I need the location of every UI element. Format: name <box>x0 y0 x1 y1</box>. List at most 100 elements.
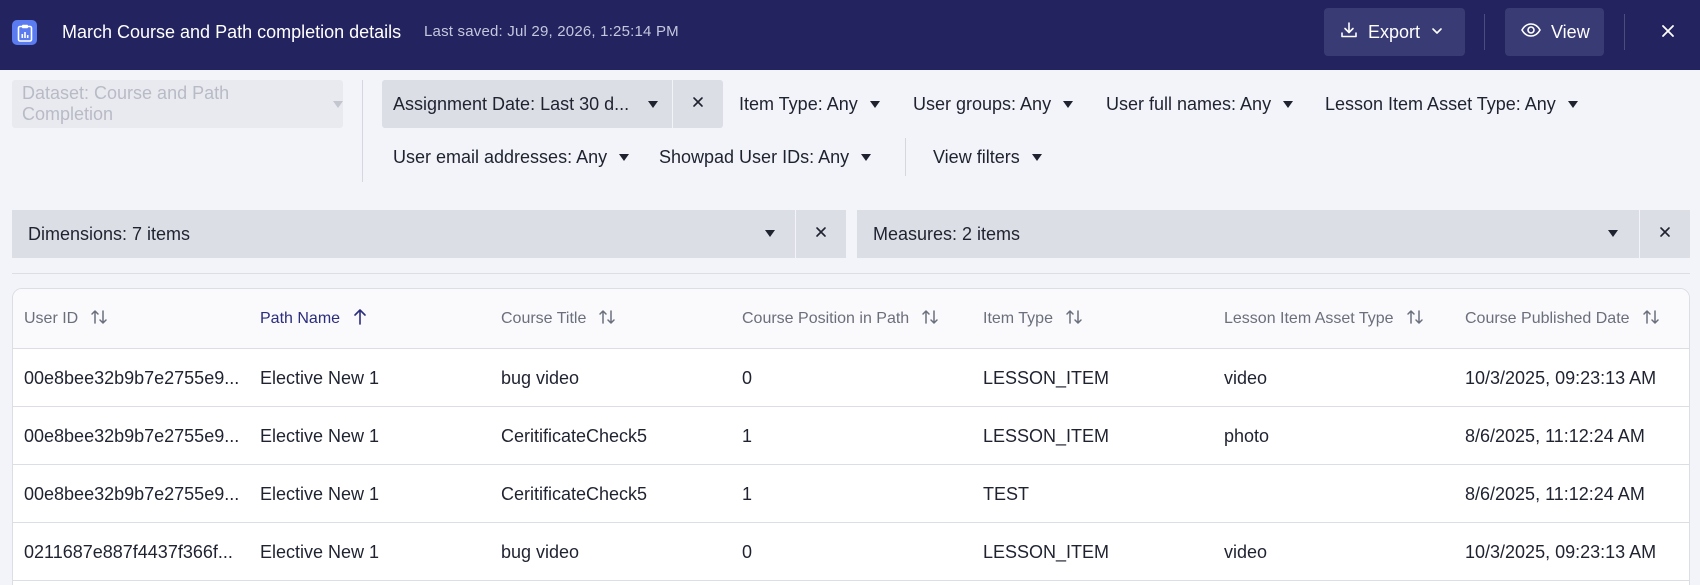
filter-divider <box>362 80 363 182</box>
cell-course-title: CeritificateCheck5 <box>501 425 648 446</box>
header-divider <box>1624 14 1625 50</box>
table-row: 0211687e887f4437f366f... Elective New 1 … <box>13 523 1689 581</box>
cell-path-name: Elective New 1 <box>260 483 380 504</box>
column-header-user-id[interactable]: User ID <box>24 289 108 349</box>
column-header-item-type[interactable]: Item Type <box>983 289 1083 349</box>
dataset-label: Dataset: Course and Path Completion <box>22 83 230 124</box>
view-button[interactable]: View <box>1505 8 1604 56</box>
table-header: User ID Path Name Course Title Course Po… <box>13 289 1689 349</box>
cell-course-published-date: 10/3/2025, 09:23:13 AM <box>1465 367 1657 388</box>
sort-icon[interactable] <box>1065 308 1083 331</box>
cell-course-position: 1 <box>742 483 753 504</box>
cell-lesson-item-asset-type: video <box>1224 367 1268 388</box>
sort-icon[interactable] <box>1642 308 1660 331</box>
lesson-item-asset-type-label: Lesson Item Asset Type: Any <box>1325 93 1556 114</box>
view-label: View <box>1551 21 1590 42</box>
close-icon <box>692 95 704 113</box>
table-row: 00e8bee32b9b7e2755e9... Elective New 1 b… <box>13 349 1689 407</box>
column-header-course-published-date[interactable]: Course Published Date <box>1465 289 1660 349</box>
showpad-user-ids-label: Showpad User IDs: Any <box>659 146 850 167</box>
close-icon <box>1659 225 1671 243</box>
dimensions-select[interactable]: Dimensions: 7 items <box>12 210 795 258</box>
cell-lesson-item-asset-type: photo <box>1224 425 1270 446</box>
chevron-down-icon <box>1430 22 1444 43</box>
cell-course-title: bug video <box>501 367 580 388</box>
cell-lesson-item-asset-type: video <box>1224 541 1268 562</box>
cell-user-id: 0211687e887f4437f366f... <box>24 541 233 562</box>
dataset-select: Dataset: Course and Path Completion <box>12 80 343 128</box>
header-divider <box>1484 14 1485 50</box>
cell-course-position: 1 <box>742 425 753 446</box>
assignment-date-filter[interactable]: Assignment Date: Last 30 d... <box>382 80 672 128</box>
column-header-course-title[interactable]: Course Title <box>501 289 616 349</box>
caret-down-icon <box>1608 230 1618 237</box>
showpad-user-ids-filter[interactable]: Showpad User IDs: Any <box>659 133 872 181</box>
measures-select[interactable]: Measures: 2 items <box>857 210 1639 258</box>
clear-dimensions-button[interactable] <box>796 210 846 258</box>
cell-item-type: LESSON_ITEM <box>983 425 1110 446</box>
page-title: March Course and Path completion details <box>62 22 402 42</box>
close-icon <box>815 225 827 243</box>
cell-course-position: 0 <box>742 541 753 562</box>
caret-down-icon <box>1567 100 1578 108</box>
user-email-addresses-label: User email addresses: Any <box>393 146 608 167</box>
view-filters-button[interactable]: View filters <box>933 133 1042 181</box>
column-header-label: Lesson Item Asset Type <box>1224 310 1394 327</box>
eye-icon <box>1521 22 1541 43</box>
cell-item-type: TEST <box>983 483 1030 504</box>
measures-label: Measures: 2 items <box>873 223 1021 244</box>
cell-user-id: 00e8bee32b9b7e2755e9... <box>24 483 240 504</box>
cell-path-name: Elective New 1 <box>260 367 380 388</box>
close-icon[interactable] <box>1657 20 1679 42</box>
cell-item-type: LESSON_ITEM <box>983 541 1110 562</box>
cell-course-title: CeritificateCheck5 <box>501 483 648 504</box>
column-header-label: Path Name <box>260 310 341 327</box>
cell-course-title: bug video <box>501 541 580 562</box>
cell-path-name: Elective New 1 <box>260 541 380 562</box>
caret-down-icon <box>1031 153 1042 161</box>
clipboard-report-icon <box>12 20 37 45</box>
user-full-names-filter[interactable]: User full names: Any <box>1106 80 1294 128</box>
user-groups-label: User groups: Any <box>913 93 1052 114</box>
sort-icon[interactable] <box>90 308 108 331</box>
caret-down-icon <box>619 153 630 161</box>
export-button[interactable]: Export <box>1324 8 1465 56</box>
caret-down-icon <box>765 230 775 237</box>
sort-icon[interactable] <box>1406 308 1424 331</box>
lesson-item-asset-type-filter[interactable]: Lesson Item Asset Type: Any <box>1325 80 1578 128</box>
cell-course-published-date: 8/6/2025, 11:12:24 AM <box>1465 425 1645 446</box>
caret-down-icon <box>1283 100 1294 108</box>
column-header-label: Course Published Date <box>1465 310 1630 327</box>
item-type-label: Item Type: Any <box>739 93 858 114</box>
column-header-label: Item Type <box>983 310 1053 327</box>
column-header-label: Course Title <box>501 310 587 327</box>
item-type-filter[interactable]: Item Type: Any <box>739 80 880 128</box>
cell-user-id: 00e8bee32b9b7e2755e9... <box>24 367 240 388</box>
cell-course-position: 0 <box>742 367 753 388</box>
caret-down-icon <box>869 100 880 108</box>
clear-measures-button[interactable] <box>1640 210 1690 258</box>
table-row: 00e8bee32b9b7e2755e9... Elective New 1 C… <box>13 465 1689 523</box>
sort-icon[interactable] <box>598 308 616 331</box>
sort-icon[interactable] <box>921 308 939 331</box>
last-saved-text: Last saved: Jul 29, 2026, 1:25:14 PM <box>424 23 679 40</box>
caret-down-icon <box>861 153 872 161</box>
sort-ascending-icon[interactable] <box>352 308 368 331</box>
column-header-label: User ID <box>24 310 79 327</box>
user-email-addresses-filter[interactable]: User email addresses: Any <box>393 133 630 181</box>
view-filters-label: View filters <box>933 146 1020 167</box>
caret-down-icon <box>648 100 658 108</box>
export-label: Export <box>1368 21 1421 42</box>
caret-down-icon <box>1063 100 1074 108</box>
user-full-names-label: User full names: Any <box>1106 93 1272 114</box>
column-header-path-name[interactable]: Path Name <box>260 289 368 349</box>
column-header-course-position[interactable]: Course Position in Path <box>742 289 939 349</box>
clear-assignment-date-button[interactable] <box>673 80 723 128</box>
user-groups-filter[interactable]: User groups: Any <box>913 80 1074 128</box>
column-header-lesson-item-asset-type[interactable]: Lesson Item Asset Type <box>1224 289 1424 349</box>
download-icon <box>1340 21 1358 44</box>
data-table: User ID Path Name Course Title Course Po… <box>12 288 1690 585</box>
cell-course-published-date: 10/3/2025, 09:23:13 AM <box>1465 541 1657 562</box>
top-bar: March Course and Path completion details… <box>0 0 1700 70</box>
cell-course-published-date: 8/6/2025, 11:12:24 AM <box>1465 483 1645 504</box>
